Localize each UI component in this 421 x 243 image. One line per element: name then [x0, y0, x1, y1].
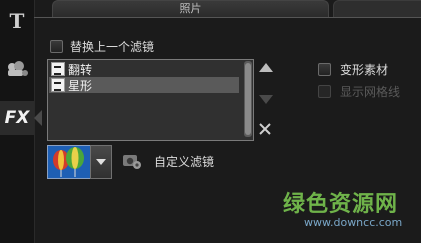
filter-icon: [51, 78, 65, 92]
custom-filter-label: 自定义滤镜: [154, 155, 215, 169]
list-item-label: 翻转: [68, 62, 93, 77]
filter-preset-thumbnail[interactable]: [47, 145, 91, 179]
list-item[interactable]: 翻转: [49, 61, 239, 77]
custom-filter-icon: [123, 155, 141, 169]
filter-preset-dropdown[interactable]: [90, 145, 112, 179]
tab-photo[interactable]: 照片: [52, 0, 329, 18]
list-item-label: 星形: [68, 78, 93, 93]
deform-clip-label: 变形素材: [340, 63, 389, 77]
transition-icon: [8, 61, 28, 76]
selected-pointer-icon: [34, 110, 42, 126]
title-tool-button[interactable]: T: [0, 4, 34, 38]
down-arrow-icon: [259, 95, 273, 104]
list-scroll-thumb[interactable]: [245, 63, 251, 135]
chevron-down-icon: [96, 159, 106, 165]
watermark-brand: 绿色资源网: [283, 192, 399, 217]
deform-clip-checkbox[interactable]: [318, 63, 331, 76]
left-toolbar: T FX: [0, 0, 35, 243]
show-grid-label: 显示网格线: [340, 85, 401, 99]
text-t-icon: T: [9, 9, 25, 33]
move-up-button[interactable]: [259, 63, 273, 72]
filter-icon: [51, 62, 65, 76]
tab-divider: [34, 17, 421, 18]
custom-filter-button[interactable]: [122, 152, 142, 170]
tab-secondary[interactable]: [333, 0, 421, 18]
replace-filter-label: 替换上一个滤镜: [70, 40, 155, 54]
watermark-url: www.downcc.com: [304, 216, 403, 229]
close-icon: [259, 123, 271, 135]
move-down-button[interactable]: [259, 95, 273, 104]
tab-photo-label: 照片: [179, 2, 202, 15]
show-grid-checkbox: [318, 85, 331, 98]
list-item-selected[interactable]: 星形: [49, 77, 239, 93]
transition-tool-button[interactable]: [0, 52, 34, 86]
fx-tool-button[interactable]: FX: [0, 101, 34, 135]
remove-filter-button[interactable]: [258, 122, 272, 136]
fx-label: FX: [4, 108, 30, 128]
up-arrow-icon: [259, 63, 273, 72]
replace-filter-checkbox[interactable]: [50, 40, 63, 53]
balloons-icon: [53, 147, 84, 177]
filter-listbox[interactable]: 翻转 星形: [47, 59, 254, 141]
